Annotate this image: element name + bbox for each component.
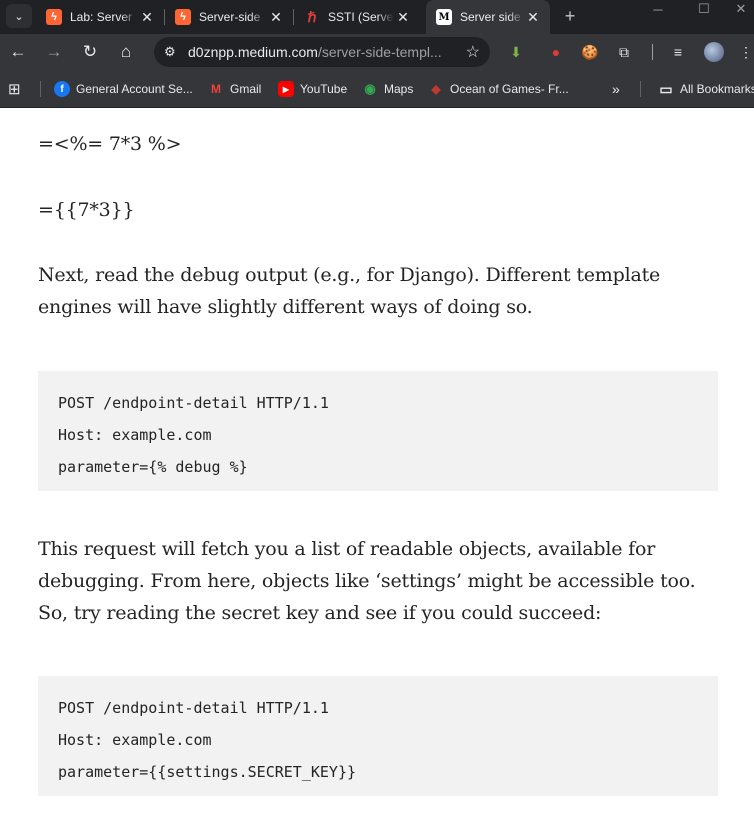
- home-button[interactable]: ⌂: [112, 38, 140, 66]
- close-icon[interactable]: ✕: [267, 9, 285, 26]
- medium-icon: M: [436, 9, 452, 25]
- profile-avatar[interactable]: [704, 42, 724, 62]
- close-icon[interactable]: ✕: [394, 9, 412, 26]
- tab-server-side[interactable]: ϟ Server-side ✕: [165, 0, 293, 34]
- apps-grid-icon: ⊞: [8, 81, 21, 98]
- url-path: /server-side-templ...: [317, 44, 442, 60]
- back-button[interactable]: ←: [4, 38, 32, 66]
- close-window-button[interactable]: ✕: [728, 0, 754, 18]
- portswigger-icon: ϟ: [46, 9, 62, 25]
- bookmark-star-icon[interactable]: ☆: [466, 42, 480, 62]
- code-line: Host: example.com: [58, 731, 212, 749]
- bookmark-label: General Account Se...: [76, 82, 193, 96]
- tab-lab-server[interactable]: ϟ Lab: Server ✕: [36, 0, 164, 34]
- reading-list-icon[interactable]: ≡: [668, 42, 688, 62]
- bookmark-ocean-of-games[interactable]: ◆ Ocean of Games- Fr...: [428, 80, 569, 98]
- maximize-button[interactable]: ☐: [682, 0, 726, 18]
- folder-icon: ▭: [659, 80, 673, 97]
- chevron-down-icon: ⌄: [14, 10, 24, 23]
- arrow-left-icon: ←: [9, 42, 27, 61]
- toolbar-divider: [652, 44, 653, 60]
- close-icon[interactable]: ✕: [524, 9, 542, 26]
- url-text[interactable]: d0znpp.medium.com/server-side-templ...: [188, 44, 442, 60]
- chevron-double-right-icon: »: [612, 81, 620, 97]
- code-line: parameter={{settings.SECRET_KEY}}: [58, 763, 357, 781]
- bookmarks-overflow-button[interactable]: »: [612, 80, 620, 98]
- paragraph-text: Next, read the debug output (e.g., for D…: [38, 264, 661, 318]
- hacktricks-icon: ℏ: [307, 8, 317, 25]
- address-bar[interactable]: ⚙ d0znpp.medium.com/server-side-templ...…: [154, 37, 490, 67]
- payload-erb: =<%= 7*3 %>: [38, 128, 718, 160]
- all-bookmarks-button[interactable]: ▭ All Bookmarks: [658, 80, 754, 98]
- tab-search-button[interactable]: ⌄: [6, 4, 32, 28]
- tab-title: SSTI (Server: [328, 10, 394, 24]
- bookmark-maps[interactable]: ◉ Maps: [362, 80, 413, 98]
- more-menu-icon[interactable]: ⋮: [738, 42, 754, 62]
- bookmark-divider: [640, 81, 641, 97]
- code-block-debug: POST /endpoint-detail HTTP/1.1 Host: exa…: [38, 371, 718, 491]
- youtube-icon: ▶: [278, 81, 294, 97]
- apps-button[interactable]: ⊞: [8, 80, 21, 98]
- tab-title: Server-side: [199, 10, 261, 24]
- bookmark-label: Gmail: [230, 82, 262, 96]
- portswigger-icon: ϟ: [175, 9, 191, 25]
- close-icon[interactable]: ✕: [138, 9, 156, 26]
- paragraph-debug-output: Next, read the debug output (e.g., for D…: [38, 259, 718, 323]
- bookmark-label: YouTube: [300, 82, 348, 96]
- maximize-icon: ☐: [698, 1, 710, 16]
- code-line: POST /endpoint-detail HTTP/1.1: [58, 699, 329, 717]
- cookie-extension-icon[interactable]: 🍪: [580, 42, 600, 62]
- bookmark-youtube[interactable]: ▶ YouTube: [278, 80, 347, 98]
- bookmark-gmail[interactable]: M Gmail: [208, 80, 261, 98]
- tab-title: Lab: Server: [70, 10, 133, 24]
- home-icon: ⌂: [120, 42, 132, 61]
- gmail-icon: M: [211, 82, 221, 96]
- minimize-icon: ─: [653, 1, 663, 17]
- site-info-icon[interactable]: ⚙: [164, 44, 176, 60]
- browser-toolbar: ← → ↻ ⌂ ⚙ d0znpp.medium.com/server-side-…: [0, 34, 754, 70]
- all-bookmarks-label: All Bookmarks: [680, 82, 754, 96]
- bookmark-label: Maps: [384, 82, 414, 96]
- paragraph-readable-objects: This request will fetch you a list of re…: [38, 533, 718, 629]
- payload-jinja-text: ={{7*3}}: [38, 199, 135, 221]
- code-block-secret-key: POST /endpoint-detail HTTP/1.1 Host: exa…: [38, 676, 718, 796]
- close-icon: ✕: [735, 1, 747, 16]
- oceanofgames-icon: ◆: [431, 82, 441, 96]
- tab-server-side-active[interactable]: M Server side ✕: [426, 0, 550, 34]
- tab-title: Server side: [460, 10, 521, 24]
- minimize-button[interactable]: ─: [636, 0, 680, 18]
- new-tab-button[interactable]: +: [558, 4, 582, 28]
- download-extension-icon[interactable]: ⬇: [506, 42, 526, 62]
- arrow-right-icon: →: [45, 42, 63, 61]
- payload-erb-text: =<%= 7*3 %>: [38, 133, 182, 155]
- facebook-icon: f: [54, 81, 70, 97]
- bookmark-label: Ocean of Games- Fr...: [450, 82, 569, 96]
- payload-jinja: ={{7*3}}: [38, 194, 718, 226]
- bookmark-general-account[interactable]: f General Account Se...: [54, 80, 193, 98]
- url-host: d0znpp.medium.com: [188, 44, 318, 60]
- forward-button[interactable]: →: [40, 38, 68, 66]
- tab-ssti[interactable]: ℏ SSTI (Server ✕: [294, 0, 420, 34]
- plus-icon: +: [564, 5, 576, 26]
- paragraph-text: This request will fetch you a list of re…: [38, 538, 696, 624]
- code-line: POST /endpoint-detail HTTP/1.1: [58, 394, 329, 412]
- article-body: =<%= 7*3 %> ={{7*3}} Next, read the debu…: [0, 108, 754, 820]
- popup-blocker-extension-icon[interactable]: ●: [546, 42, 566, 62]
- extensions-puzzle-icon[interactable]: ⧉: [614, 42, 634, 62]
- maps-icon: ◉: [364, 81, 376, 96]
- bookmark-divider: [40, 81, 41, 97]
- reload-icon: ↻: [82, 42, 98, 61]
- tab-strip: ⌄ ϟ Lab: Server ✕ ϟ Server-side ✕ ℏ SSTI…: [0, 0, 754, 34]
- code-line: Host: example.com: [58, 426, 212, 444]
- code-line: parameter={% debug %}: [58, 458, 248, 476]
- bookmarks-bar: ⊞ f General Account Se... M Gmail ▶ YouT…: [0, 70, 754, 108]
- reload-button[interactable]: ↻: [76, 38, 104, 66]
